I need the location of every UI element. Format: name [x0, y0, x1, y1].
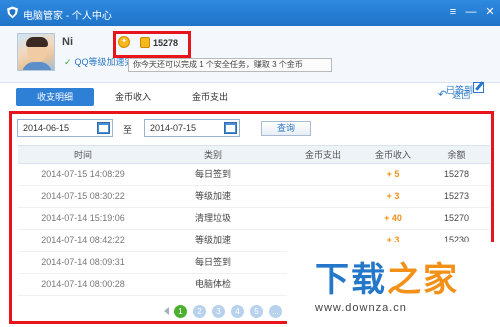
- coin-count: 15278: [153, 38, 179, 48]
- page-3[interactable]: 3: [212, 305, 225, 318]
- avatar-hair: [26, 37, 48, 47]
- close-button[interactable]: ✕: [481, 4, 499, 20]
- cell-type: 每日签到: [194, 257, 231, 267]
- cell-time: 2014-07-14 08:09:31: [41, 257, 125, 267]
- cell-time: 2014-07-15 14:08:29: [41, 169, 125, 179]
- prev-page-icon[interactable]: [164, 307, 169, 315]
- minimize-button[interactable]: —: [462, 4, 480, 20]
- cell-balance: 15270: [443, 213, 470, 223]
- to-label: 至: [123, 125, 133, 135]
- watermark: 下载之家 www.downza.cn: [287, 242, 500, 327]
- cell-type: 清理垃圾: [194, 213, 231, 223]
- tab-coin-income[interactable]: 金币收入: [103, 88, 163, 106]
- avatar-shirt: [22, 62, 52, 70]
- start-date-field[interactable]: 2014-06-15: [17, 119, 113, 137]
- title-bar: 电脑管家 - 个人中心 ≡ — ✕: [0, 0, 500, 26]
- tab-coin-expense[interactable]: 金币支出: [180, 88, 240, 106]
- end-date-value: 2014-07-15: [150, 123, 197, 133]
- medal-icon[interactable]: ✦: [118, 36, 130, 48]
- page-5[interactable]: 5: [250, 305, 263, 318]
- cell-balance: 15278: [443, 169, 470, 179]
- header-type: 类别: [203, 150, 222, 160]
- username: Ni: [62, 36, 73, 48]
- cell-time: 2014-07-14 15:19:06: [41, 213, 125, 223]
- cell-time: 2014-07-14 08:42:22: [41, 235, 125, 245]
- page-more[interactable]: ...: [269, 305, 282, 318]
- cell-out: [278, 208, 368, 229]
- watermark-url: www.downza.cn: [315, 302, 407, 314]
- menu-button[interactable]: ≡: [444, 4, 462, 20]
- cell-out: [278, 164, 368, 185]
- watermark-title-part2: 之家: [387, 261, 459, 299]
- back-arrow-icon: ↶: [438, 89, 448, 101]
- watermark-title: 下载之家: [315, 252, 459, 301]
- end-date-field[interactable]: 2014-07-15: [144, 119, 240, 137]
- cell-type: 电脑体检: [194, 279, 231, 289]
- page-2[interactable]: 2: [193, 305, 206, 318]
- header-balance: 余额: [447, 150, 466, 160]
- table-row: 2014-07-14 15:19:06 清理垃圾 + 40 15270: [18, 208, 490, 230]
- page-4[interactable]: 4: [231, 305, 244, 318]
- profile-header: Ni ✓ QQ等级加速完成 已签到: [0, 26, 500, 95]
- tab-statement[interactable]: 收支明细: [16, 88, 94, 106]
- header-out: 金币支出: [304, 150, 341, 160]
- table-row: 2014-07-15 08:30:22 等级加速 + 3 15273: [18, 186, 490, 208]
- calendar-icon[interactable]: [97, 122, 110, 134]
- calendar-icon[interactable]: [224, 122, 237, 134]
- cell-in: + 5: [386, 169, 400, 179]
- table-header: 时间 类别 金币支出 金币收入 余额: [18, 145, 490, 164]
- back-button[interactable]: ↶ 返回: [438, 88, 470, 101]
- page-1[interactable]: 1: [174, 305, 187, 318]
- query-button[interactable]: 查询: [261, 121, 311, 136]
- cell-balance: 15273: [443, 191, 470, 201]
- back-label: 返回: [452, 90, 471, 100]
- cell-in: + 40: [384, 213, 402, 223]
- check-icon: ✓: [64, 57, 72, 67]
- avatar[interactable]: [17, 33, 55, 71]
- coin-icon: [140, 37, 150, 48]
- cell-time: 2014-07-14 08:00:28: [41, 279, 125, 289]
- cell-out: [278, 186, 368, 207]
- window-title: 电脑管家 - 个人中心: [23, 11, 112, 22]
- cell-type: 每日签到: [194, 169, 231, 179]
- task-tooltip: 你今天还可以完成 1 个安全任务，赚取 3 个金币: [128, 58, 332, 72]
- cell-in: + 3: [386, 191, 400, 201]
- watermark-title-part1: 下载: [315, 261, 387, 299]
- tab-bar: 收支明细 金币收入 金币支出: [0, 84, 500, 110]
- header-time: 时间: [73, 150, 92, 160]
- start-date-value: 2014-06-15: [23, 123, 70, 133]
- cell-time: 2014-07-15 08:30:22: [41, 191, 125, 201]
- cell-type: 等级加速: [194, 191, 231, 201]
- header-in: 金币收入: [374, 150, 411, 160]
- guard-logo-icon: [7, 6, 18, 19]
- table-row: 2014-07-15 14:08:29 每日签到 + 5 15278: [18, 164, 490, 186]
- cell-type: 等级加速: [194, 235, 231, 245]
